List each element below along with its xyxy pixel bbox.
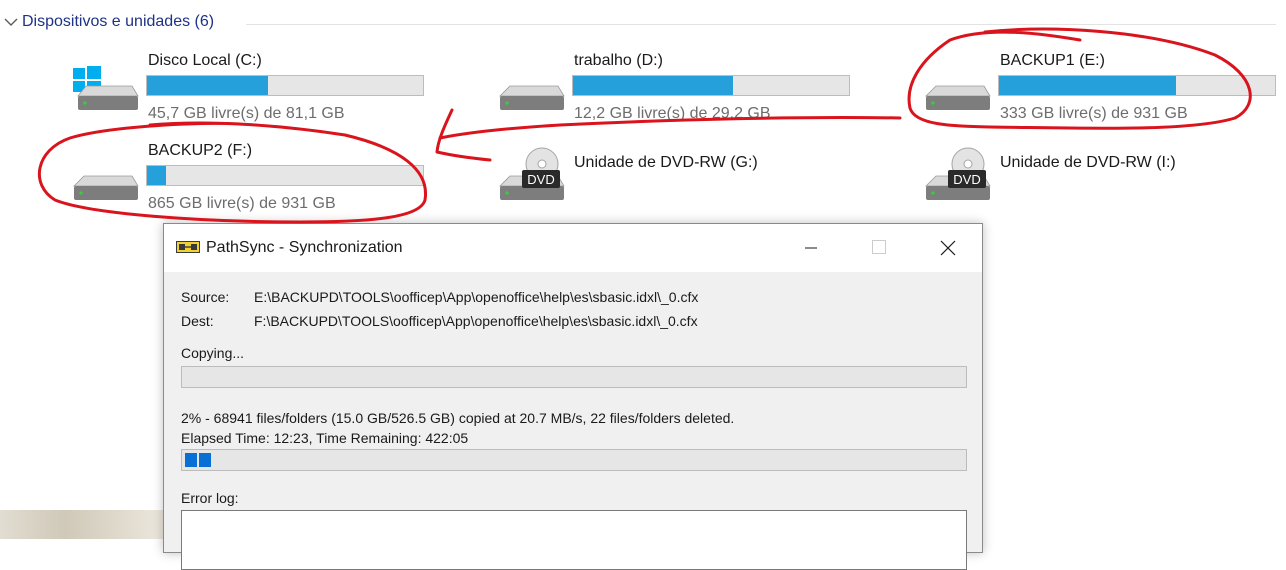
section-divider — [246, 24, 1276, 25]
dest-path: F:\BACKUPD\TOOLS\oofficep\App\openoffice… — [254, 313, 698, 329]
close-icon — [940, 240, 956, 256]
drive-f[interactable]: BACKUP2 (F:) 865 GB livre(s) de 931 GB — [70, 140, 430, 220]
dialog-titlebar[interactable]: PathSync - Synchronization — [164, 224, 982, 272]
drive-usage-fill — [573, 76, 734, 95]
drive-e[interactable]: BACKUP1 (E:) 333 GB livre(s) de 931 GB — [922, 50, 1282, 130]
drive-d[interactable]: trabalho (D:) 12,2 GB livre(s) de 29,2 G… — [496, 50, 856, 130]
drive-usage-fill — [999, 76, 1176, 95]
windows-drive-icon — [73, 66, 139, 110]
time-line: Elapsed Time: 12:23, Time Remaining: 422… — [181, 430, 469, 446]
dvd-drive-icon: DVD — [499, 147, 565, 200]
drive-usage-fill — [147, 76, 269, 95]
minimize-button[interactable] — [790, 224, 836, 272]
section-title: Dispositivos e unidades (6) — [22, 13, 215, 30]
hard-drive-icon — [499, 85, 565, 110]
dvd-label: DVD — [953, 172, 980, 187]
drive-name: Unidade de DVD-RW (G:) — [574, 154, 758, 171]
pathsync-dialog[interactable]: PathSync - Synchronization Source: E:\BA… — [163, 223, 983, 570]
drive-name: BACKUP2 (F:) — [148, 142, 253, 159]
maximize-button[interactable] — [856, 224, 902, 272]
dest-label: Dest: — [181, 313, 214, 329]
file-progress-bar — [181, 366, 967, 388]
error-log-label: Error log: — [181, 490, 239, 506]
close-button[interactable] — [924, 224, 970, 272]
drive-usage-bar — [572, 75, 850, 96]
arrow-head — [435, 108, 492, 162]
dialog-title: PathSync - Synchronization — [206, 239, 403, 256]
hard-drive-icon — [925, 85, 991, 110]
dvd-label: DVD — [527, 172, 554, 187]
drive-name: Unidade de DVD-RW (I:) — [1000, 154, 1176, 171]
pathsync-app-icon — [176, 241, 200, 253]
drive-usage-bar — [998, 75, 1276, 96]
hard-drive-icon — [73, 175, 139, 200]
drive-free-space: 333 GB livre(s) de 931 GB — [1000, 105, 1188, 122]
source-path: E:\BACKUPD\TOOLS\oofficep\App\openoffice… — [254, 289, 699, 305]
maximize-icon — [872, 240, 886, 254]
drive-i[interactable]: DVD Unidade de DVD-RW (I:) — [922, 140, 1282, 210]
error-log-box[interactable] — [181, 510, 967, 570]
source-label: Source: — [181, 289, 230, 305]
drive-name: BACKUP1 (E:) — [1000, 52, 1105, 69]
stats-line: 2% - 68941 files/folders (15.0 GB/526.5 … — [181, 410, 735, 426]
drive-usage-bar — [146, 165, 424, 186]
drive-c[interactable]: Disco Local (C:) 45,7 GB livre(s) de 81,… — [70, 50, 430, 130]
dvd-drive-icon: DVD — [925, 147, 991, 200]
drive-name: trabalho (D:) — [574, 52, 663, 69]
total-progress-fill — [185, 453, 211, 467]
devices-section-header[interactable]: Dispositivos e unidades (6) — [0, 8, 1286, 38]
drive-free-space: 45,7 GB livre(s) de 81,1 GB — [148, 105, 345, 122]
drive-free-space: 865 GB livre(s) de 931 GB — [148, 195, 336, 212]
minimize-icon — [805, 247, 817, 249]
drive-usage-fill — [147, 166, 167, 185]
background-image — [0, 510, 163, 539]
total-progress-bar — [181, 449, 967, 471]
chevron-down-icon[interactable] — [4, 17, 18, 27]
copying-label: Copying... — [181, 345, 245, 361]
drive-g[interactable]: DVD Unidade de DVD-RW (G:) — [496, 140, 856, 210]
drive-usage-bar — [146, 75, 424, 96]
drive-name: Disco Local (C:) — [148, 52, 262, 69]
drive-free-space: 12,2 GB livre(s) de 29,2 GB — [574, 105, 771, 122]
